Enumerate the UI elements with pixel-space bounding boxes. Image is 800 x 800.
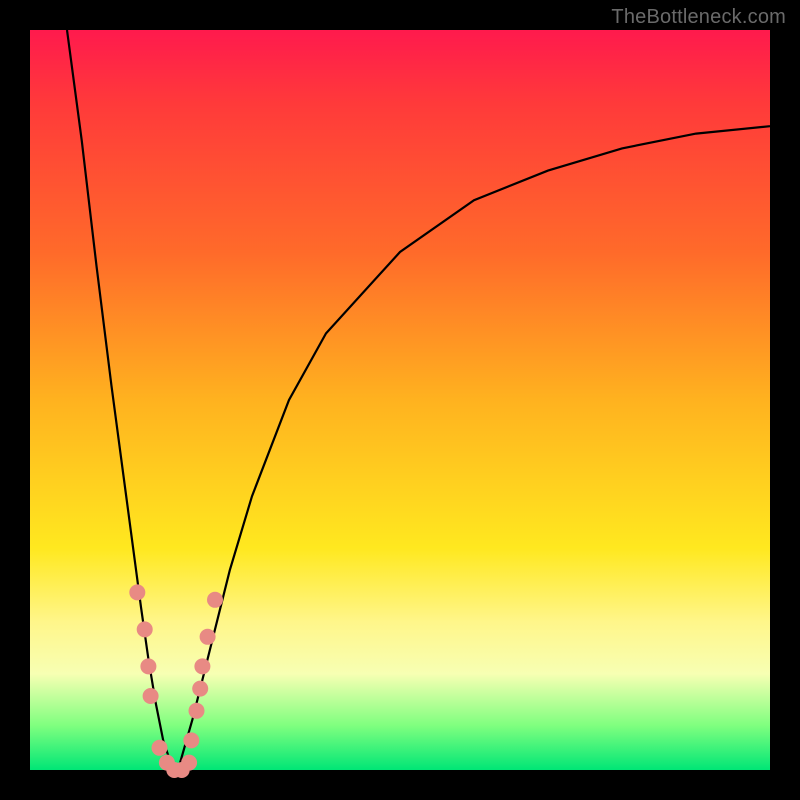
highlight-dot xyxy=(183,732,199,748)
highlight-dots-group xyxy=(129,584,223,778)
highlight-dot xyxy=(189,703,205,719)
highlight-dot xyxy=(192,681,208,697)
highlight-dot xyxy=(181,755,197,771)
highlight-dot xyxy=(152,740,168,756)
watermark-text: TheBottleneck.com xyxy=(611,6,786,29)
highlight-dot xyxy=(140,658,156,674)
curve-group xyxy=(67,30,770,770)
highlight-dot xyxy=(200,629,216,645)
highlight-dot xyxy=(129,584,145,600)
plot-area xyxy=(30,30,770,770)
curve-right-branch xyxy=(178,126,770,770)
curve-left-branch xyxy=(67,30,178,770)
highlight-dot xyxy=(194,658,210,674)
highlight-dot xyxy=(137,621,153,637)
chart-frame: TheBottleneck.com xyxy=(0,0,800,800)
highlight-dot xyxy=(143,688,159,704)
highlight-dot xyxy=(207,592,223,608)
chart-svg xyxy=(30,30,770,770)
